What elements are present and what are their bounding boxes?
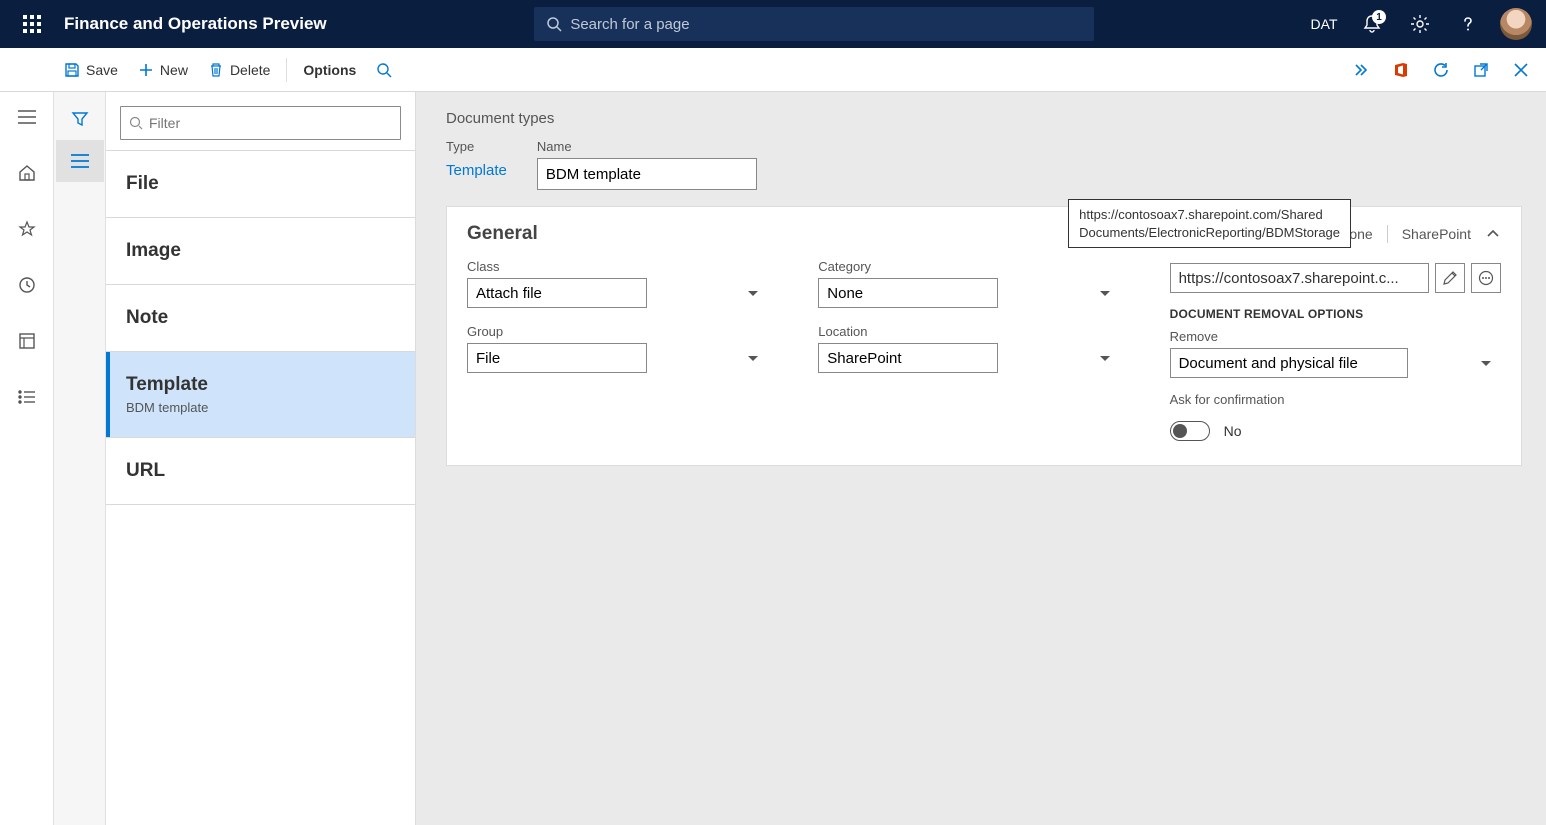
pencil-icon xyxy=(1442,270,1458,286)
notification-badge: 1 xyxy=(1372,10,1386,24)
favorites-icon[interactable] xyxy=(7,212,47,246)
list-filter[interactable] xyxy=(120,106,401,140)
type-value-link[interactable]: Template xyxy=(446,158,507,183)
global-search-input[interactable] xyxy=(570,16,1082,33)
edit-address-button[interactable] xyxy=(1435,263,1465,293)
plus-icon xyxy=(138,62,154,78)
settings-button[interactable] xyxy=(1398,0,1442,48)
group-select[interactable]: File xyxy=(467,343,647,373)
search-command[interactable] xyxy=(366,56,402,84)
list-filter-input[interactable] xyxy=(149,115,392,131)
card-title: General xyxy=(467,223,538,245)
notifications-button[interactable]: 1 xyxy=(1350,0,1394,48)
removal-header: DOCUMENT REMOVAL OPTIONS xyxy=(1170,307,1501,321)
type-label: Type xyxy=(446,139,507,154)
delete-label: Delete xyxy=(230,62,270,78)
list-item-template[interactable]: Template BDM template xyxy=(106,352,415,438)
sharepoint-address-tooltip: https://contosoax7.sharepoint.com/Shared… xyxy=(1068,199,1351,248)
trash-icon xyxy=(208,62,224,78)
category-select[interactable]: None xyxy=(818,278,998,308)
class-label: Class xyxy=(467,259,768,274)
popout-button[interactable] xyxy=(1466,55,1496,85)
confirm-toggle[interactable] xyxy=(1170,421,1210,441)
options-button[interactable]: Options xyxy=(293,56,366,84)
list-panel: File Image Note Template BDM template UR… xyxy=(106,92,416,825)
office-button[interactable] xyxy=(1386,55,1416,85)
recent-icon[interactable] xyxy=(7,268,47,302)
list-item-url[interactable]: URL xyxy=(106,438,415,505)
save-icon xyxy=(64,62,80,78)
name-label: Name xyxy=(537,139,757,154)
user-avatar[interactable] xyxy=(1500,8,1532,40)
class-select[interactable]: Attach file xyxy=(467,278,647,308)
location-select[interactable]: SharePoint xyxy=(818,343,998,373)
category-label: Category xyxy=(818,259,1119,274)
company-selector[interactable]: DAT xyxy=(1302,0,1346,48)
more-address-button[interactable] xyxy=(1471,263,1501,293)
search-icon xyxy=(129,116,143,130)
global-search[interactable] xyxy=(534,7,1094,41)
new-button[interactable]: New xyxy=(128,56,198,84)
new-label: New xyxy=(160,62,188,78)
save-button[interactable]: Save xyxy=(54,56,128,84)
remove-label: Remove xyxy=(1170,329,1501,344)
name-input[interactable] xyxy=(537,158,757,190)
confirm-label: Ask for confirmation xyxy=(1170,392,1501,407)
more-icon xyxy=(1478,270,1494,286)
list-item-file[interactable]: File xyxy=(106,150,415,218)
related-button[interactable] xyxy=(1346,55,1376,85)
top-bar: Finance and Operations Preview DAT 1 xyxy=(0,0,1546,48)
sharepoint-address-input[interactable]: https://contosoax7.sharepoint.c... xyxy=(1170,263,1429,293)
delete-button[interactable]: Delete xyxy=(198,56,280,84)
list-view-icon[interactable] xyxy=(56,140,104,182)
detail-panel: Document types Type Template Name Genera… xyxy=(416,92,1546,825)
home-icon[interactable] xyxy=(7,156,47,190)
modules-icon[interactable] xyxy=(7,380,47,414)
confirm-value: No xyxy=(1224,423,1242,439)
filter-column xyxy=(54,92,106,825)
list-item-note[interactable]: Note xyxy=(106,285,415,352)
hamburger-icon[interactable] xyxy=(7,100,47,134)
general-card: General None SharePoint Class Attach fil… xyxy=(446,206,1522,466)
card-link-sharepoint[interactable]: SharePoint xyxy=(1402,226,1471,242)
remove-select[interactable]: Document and physical file xyxy=(1170,348,1408,378)
refresh-button[interactable] xyxy=(1426,55,1456,85)
app-launcher-icon[interactable] xyxy=(8,0,56,48)
page-title: Document types xyxy=(446,110,1522,127)
location-label: Location xyxy=(818,324,1119,339)
group-label: Group xyxy=(467,324,768,339)
left-nav xyxy=(0,92,54,825)
chevron-up-icon[interactable] xyxy=(1485,226,1501,242)
app-title: Finance and Operations Preview xyxy=(64,14,327,34)
separator xyxy=(286,58,287,82)
workspaces-icon[interactable] xyxy=(7,324,47,358)
funnel-filter-icon[interactable] xyxy=(56,98,104,140)
list-item-image[interactable]: Image xyxy=(106,218,415,285)
command-bar: Save New Delete Options xyxy=(0,48,1546,92)
search-icon xyxy=(376,62,392,78)
search-icon xyxy=(546,16,562,32)
save-label: Save xyxy=(86,62,118,78)
close-button[interactable] xyxy=(1506,55,1536,85)
help-button[interactable] xyxy=(1446,0,1490,48)
